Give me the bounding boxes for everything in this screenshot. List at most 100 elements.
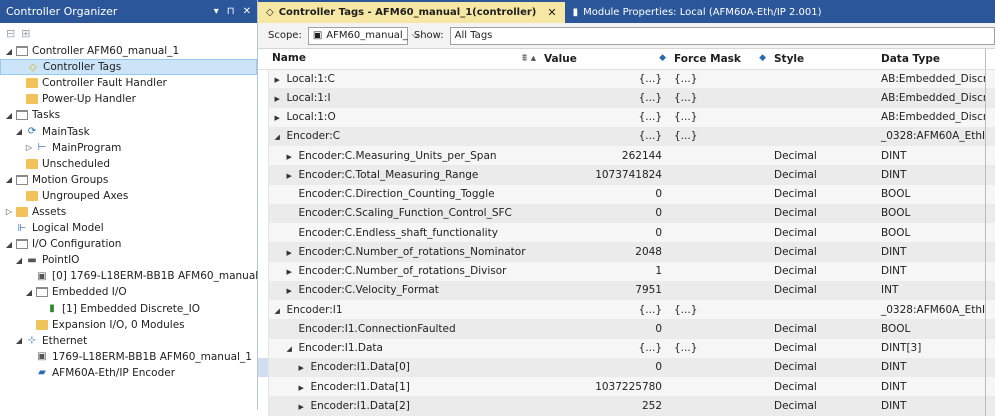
tag-name-cell[interactable]: ▶ Encoder:C.Velocity_Format — [268, 280, 540, 300]
tag-name-cell[interactable]: ▶ Encoder:I1.Data[2] — [268, 396, 540, 416]
style-cell[interactable]: Decimal — [770, 319, 877, 339]
expand-icon[interactable]: ▶ — [287, 249, 299, 257]
style-cell[interactable]: Decimal — [770, 184, 877, 204]
tag-name-cell[interactable]: ▶ Encoder:C.Total_Measuring_Range — [268, 165, 540, 185]
tag-value-cell[interactable]: {...} — [540, 69, 670, 89]
next-column-cell[interactable] — [984, 203, 995, 223]
data-type-cell[interactable]: AB:Embedded_Discre... — [877, 107, 985, 127]
tree-item[interactable]: ◢ Motion Groups — [0, 172, 257, 188]
expand-icon[interactable]: ▶ — [275, 95, 287, 103]
tree-item[interactable]: ▣ 1769-L18ERM-BB1B AFM60_manual_1 — [0, 349, 257, 365]
column-header-name[interactable]: Name ⩩ ▴ — [268, 49, 540, 70]
tag-row[interactable]: ▶ Encoder:C.Measuring_Units_per_Span 26214… — [258, 146, 995, 166]
tag-row[interactable]: ▶Local:1:I{...}{...}AB:Embedded_Discre..… — [258, 88, 995, 108]
row-header-cell[interactable] — [258, 107, 269, 127]
expand-icon[interactable]: ▶ — [287, 287, 299, 295]
tag-value-cell[interactable]: {...} — [540, 338, 670, 358]
tree-item[interactable]: ▣ [0] 1769-L18ERM-BB1B AFM60_manual_1 — [0, 268, 270, 284]
data-type-cell[interactable]: DINT — [877, 396, 985, 416]
force-mask-cell[interactable] — [670, 146, 770, 166]
tag-name-cell[interactable]: ▶ Encoder:C.Number_of_rotations_Divisor — [268, 261, 540, 281]
data-type-cell[interactable]: INT — [877, 280, 985, 300]
style-cell[interactable] — [770, 88, 877, 108]
collapse-icon[interactable]: ◢ — [4, 47, 14, 56]
tag-row[interactable]: ▶ Encoder:I1.Data[0] 0 Decimal DINT — [258, 357, 995, 377]
tag-row[interactable]: Encoder:C.Scaling_Function_Control_SFC 0 D… — [258, 203, 995, 223]
tree-item[interactable]: Expansion I/O, 0 Modules — [0, 317, 257, 333]
collapse-icon[interactable]: ◢ — [4, 240, 14, 249]
tag-name-cell[interactable]: ◢ Encoder:C — [268, 126, 540, 146]
tree-item[interactable]: ◢ ⊹ Ethernet — [0, 333, 257, 349]
tag-row[interactable]: ▶Local:1:C{...}{...}AB:Embedded_Discre..… — [258, 69, 995, 89]
expand-icon[interactable]: ▷ — [24, 143, 34, 152]
row-header-cell[interactable] — [258, 242, 269, 262]
row-header-cell[interactable] — [258, 261, 269, 281]
tag-row[interactable]: ◢Encoder:I1{...}{...}_0328:AFM60A_EthIP_… — [258, 300, 995, 320]
tree-item[interactable]: ◢ ⟳ MainTask — [0, 123, 257, 139]
force-mask-cell[interactable] — [670, 184, 770, 204]
expand-icon[interactable]: ▶ — [287, 153, 299, 161]
data-type-cell[interactable]: DINT — [877, 146, 985, 166]
next-column-cell[interactable] — [984, 357, 995, 377]
tag-value-cell[interactable]: 0 — [540, 203, 670, 223]
style-cell[interactable]: Decimal — [770, 223, 877, 243]
tree-item[interactable]: ⊩ Logical Model — [0, 220, 257, 236]
next-column-cell[interactable] — [984, 261, 995, 281]
tag-value-cell[interactable]: {...} — [540, 88, 670, 108]
data-type-cell[interactable]: DINT — [877, 377, 985, 397]
dropdown-icon[interactable]: ▾ — [214, 6, 219, 17]
style-cell[interactable]: Decimal — [770, 280, 877, 300]
tag-row[interactable]: ◢Encoder:C{...}{...}_0328:AFM60A_EthIP_.… — [258, 126, 995, 146]
row-header-cell[interactable] — [258, 377, 269, 397]
collapse-icon[interactable]: ◢ — [275, 307, 287, 315]
next-column-cell[interactable] — [984, 242, 995, 262]
row-header-cell[interactable] — [258, 88, 269, 108]
style-cell[interactable]: Decimal — [770, 338, 877, 358]
data-type-cell[interactable]: DINT[3] — [877, 338, 985, 358]
data-type-cell[interactable]: BOOL — [877, 223, 985, 243]
tag-name-cell[interactable]: Encoder:C.Scaling_Function_Control_SFC — [268, 203, 540, 223]
collapse-all-icon[interactable]: ⊟ — [6, 27, 15, 40]
column-header-style[interactable]: Style — [770, 49, 877, 70]
tag-value-cell[interactable]: 7951 — [540, 280, 670, 300]
force-mask-cell[interactable]: {...} — [670, 69, 770, 89]
data-type-cell[interactable]: BOOL — [877, 319, 985, 339]
tag-name-cell[interactable]: ▶ Local:1:I — [268, 88, 540, 108]
row-header-cell[interactable] — [258, 203, 269, 223]
collapse-icon[interactable]: ◢ — [275, 133, 287, 141]
tag-name-cell[interactable]: Encoder:C.Direction_Counting_Toggle — [268, 184, 540, 204]
tag-value-cell[interactable]: 252 — [540, 396, 670, 416]
style-cell[interactable]: Decimal — [770, 165, 877, 185]
collapse-icon[interactable]: ◢ — [14, 256, 24, 265]
style-cell[interactable] — [770, 126, 877, 146]
style-cell[interactable]: Decimal — [770, 377, 877, 397]
force-mask-cell[interactable]: {...} — [670, 300, 770, 320]
tag-name-cell[interactable]: ▶ Encoder:I1.Data[0] — [268, 357, 540, 377]
force-mask-cell[interactable] — [670, 280, 770, 300]
tree-item[interactable]: ▷ Assets — [0, 204, 257, 220]
tag-value-cell[interactable]: 1073741824 — [540, 165, 670, 185]
row-header-cell[interactable] — [258, 338, 269, 358]
next-column-cell[interactable] — [984, 280, 995, 300]
tree-item[interactable]: ▮ [1] Embedded Discrete_IO — [0, 301, 257, 317]
data-type-cell[interactable]: DINT — [877, 165, 985, 185]
style-cell[interactable]: Decimal — [770, 203, 877, 223]
tag-name-cell[interactable]: Encoder:C.Endless_shaft_functionality — [268, 223, 540, 243]
tag-value-cell[interactable]: {...} — [540, 300, 670, 320]
row-header-cell[interactable] — [258, 146, 269, 166]
style-cell[interactable]: Decimal — [770, 357, 877, 377]
next-column-cell[interactable] — [984, 377, 995, 397]
sort-icon[interactable]: ◆ — [759, 53, 766, 63]
data-type-cell[interactable]: AB:Embedded_Discre... — [877, 88, 985, 108]
style-cell[interactable]: Decimal — [770, 242, 877, 262]
tag-value-cell[interactable]: 0 — [540, 357, 670, 377]
tab-module-properties[interactable]: ▮ Module Properties: Local (AFM60A-Eth/I… — [565, 2, 830, 23]
tag-row[interactable]: ▶ Encoder:I1.Data[1] 1037225780 Decimal DINT — [258, 377, 995, 397]
expand-icon[interactable]: ▶ — [299, 364, 311, 372]
style-cell[interactable] — [770, 107, 877, 127]
filter-icon[interactable]: ⩩ ▴ — [522, 52, 536, 65]
tag-row[interactable]: ▶ Encoder:I1.Data[2] 252 Decimal DINT — [258, 396, 995, 416]
tag-value-cell[interactable]: {...} — [540, 107, 670, 127]
tag-value-cell[interactable]: 0 — [540, 223, 670, 243]
expand-icon[interactable]: ▶ — [287, 268, 299, 276]
